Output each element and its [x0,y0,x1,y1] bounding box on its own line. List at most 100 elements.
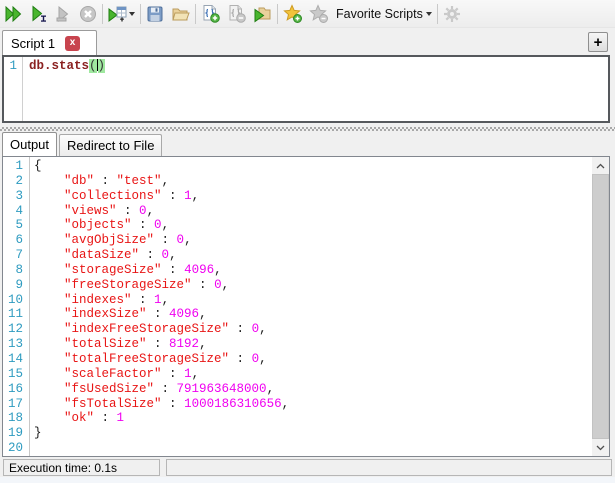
output-line-number: 14 [3,352,23,367]
output-line: "views" : 0, [34,204,592,219]
execute-statement-button[interactable] [28,3,50,25]
tab-output[interactable]: Output [2,132,57,156]
output-line: "storageSize" : 4096, [34,263,592,278]
remove-favorite-icon [309,4,328,23]
chevron-down-icon [596,445,605,451]
script-tab-bar: Script 1 x + [0,28,615,55]
output-line-number: 18 [3,411,23,426]
chevron-up-icon [596,163,605,169]
dropdown-caret-icon [426,12,432,16]
new-script-button[interactable] [199,3,222,25]
add-favorite-icon [283,4,302,23]
save-icon [146,5,164,23]
execute-statement-icon [30,5,48,23]
output-line-number: 4 [3,204,23,219]
execute-all-icon [4,5,23,23]
code-object: db.stats [29,59,89,73]
output-line: "indexes" : 1, [34,293,592,308]
add-favorite-button[interactable] [281,3,304,25]
script-tab-label: Script 1 [11,36,55,51]
redirect-tab-label: Redirect to File [67,138,154,153]
open-folder-icon [171,5,190,23]
output-line: "db" : "test", [34,174,592,189]
editor-line-number: 1 [4,59,17,74]
output-scrollbar[interactable] [592,157,609,456]
output-line: "fsTotalSize" : 1000186310656, [34,397,592,412]
add-tab-button[interactable]: + [588,32,608,52]
dropdown-caret-icon [129,12,135,16]
output-line: { [34,159,592,174]
output-tab-label: Output [10,137,49,152]
output-line: "ok" : 1 [34,411,592,426]
execute-to-table-icon [108,5,127,23]
output-line-number: 2 [3,174,23,189]
output-panel: 1234567891011121314151617181920 { "db" :… [2,156,610,457]
output-line-number: 17 [3,397,23,412]
scroll-down-button[interactable] [592,439,609,456]
output-line-number: 3 [3,189,23,204]
tab-script-1[interactable]: Script 1 x [2,30,97,55]
status-panel-empty [166,459,612,476]
output-line: "scaleFactor" : 1, [34,367,592,382]
toolbar-separator [102,4,103,24]
output-line-number: 16 [3,382,23,397]
open-file-button[interactable] [169,3,192,25]
output-line: "fsUsedSize" : 791963648000, [34,382,592,397]
splitter-handle[interactable] [0,127,615,131]
output-line: "indexFreeStorageSize" : 0, [34,322,592,337]
output-line-number: 6 [3,233,23,248]
output-line-number: 1 [3,159,23,174]
execute-selection-button[interactable] [53,3,75,25]
app-window: Favorite Scripts Script 1 x + [0,0,615,483]
output-line-number: 7 [3,248,23,263]
execute-to-table-button[interactable] [106,3,137,25]
output-line: "objects" : 0, [34,218,592,233]
editor-code[interactable]: db.stats() [23,57,105,121]
remove-favorite-button[interactable] [307,3,330,25]
output-line-number: 13 [3,337,23,352]
output-line: "indexSize" : 4096, [34,307,592,322]
output-line-number: 5 [3,218,23,233]
new-script-icon [201,4,220,23]
output-line: "dataSize" : 0, [34,248,592,263]
favorite-scripts-dropdown[interactable]: Favorite Scripts [330,3,434,25]
output-line-number: 8 [3,263,23,278]
output-code: { "db" : "test", "collections" : 1, "vie… [30,157,592,456]
close-paren: ) [98,59,106,73]
output-line-number: 11 [3,307,23,322]
output-line: "avgObjSize" : 0, [34,233,592,248]
favorite-scripts-label: Favorite Scripts [332,7,424,21]
toolbar-separator [437,4,438,24]
stop-icon [79,5,97,23]
scroll-up-button[interactable] [592,157,609,174]
editor-gutter: 1 [4,57,23,121]
output-line: "freeStorageSize" : 0, [34,278,592,293]
output-line-number: 9 [3,278,23,293]
close-tab-button[interactable]: x [65,36,80,51]
toolbar-separator [277,4,278,24]
stop-button[interactable] [77,3,99,25]
gear-icon [443,5,461,23]
open-and-run-button[interactable] [251,3,274,25]
close-script-button[interactable] [225,3,248,25]
scrollbar-thumb[interactable] [592,174,609,439]
toolbar-separator [140,4,141,24]
execute-selection-icon [55,5,73,23]
execution-time-label: Execution time: 0.1s [9,461,117,475]
output-line-number: 10 [3,293,23,308]
output-line: "totalSize" : 8192, [34,337,592,352]
execution-time-panel: Execution time: 0.1s [3,459,160,476]
output-line-number: 12 [3,322,23,337]
output-line: "collections" : 1, [34,189,592,204]
tab-redirect-to-file[interactable]: Redirect to File [59,134,162,156]
settings-button[interactable] [441,3,463,25]
save-button[interactable] [144,3,166,25]
status-bar: Execution time: 0.1s [0,459,615,477]
output-line-number: 19 [3,426,23,441]
execute-all-button[interactable] [2,3,25,25]
window-bottom-edge [0,477,615,483]
open-paren: ( [89,59,97,73]
script-editor[interactable]: 1 db.stats() [2,55,610,123]
toolbar-separator [195,4,196,24]
output-line-number: 20 [3,441,23,456]
